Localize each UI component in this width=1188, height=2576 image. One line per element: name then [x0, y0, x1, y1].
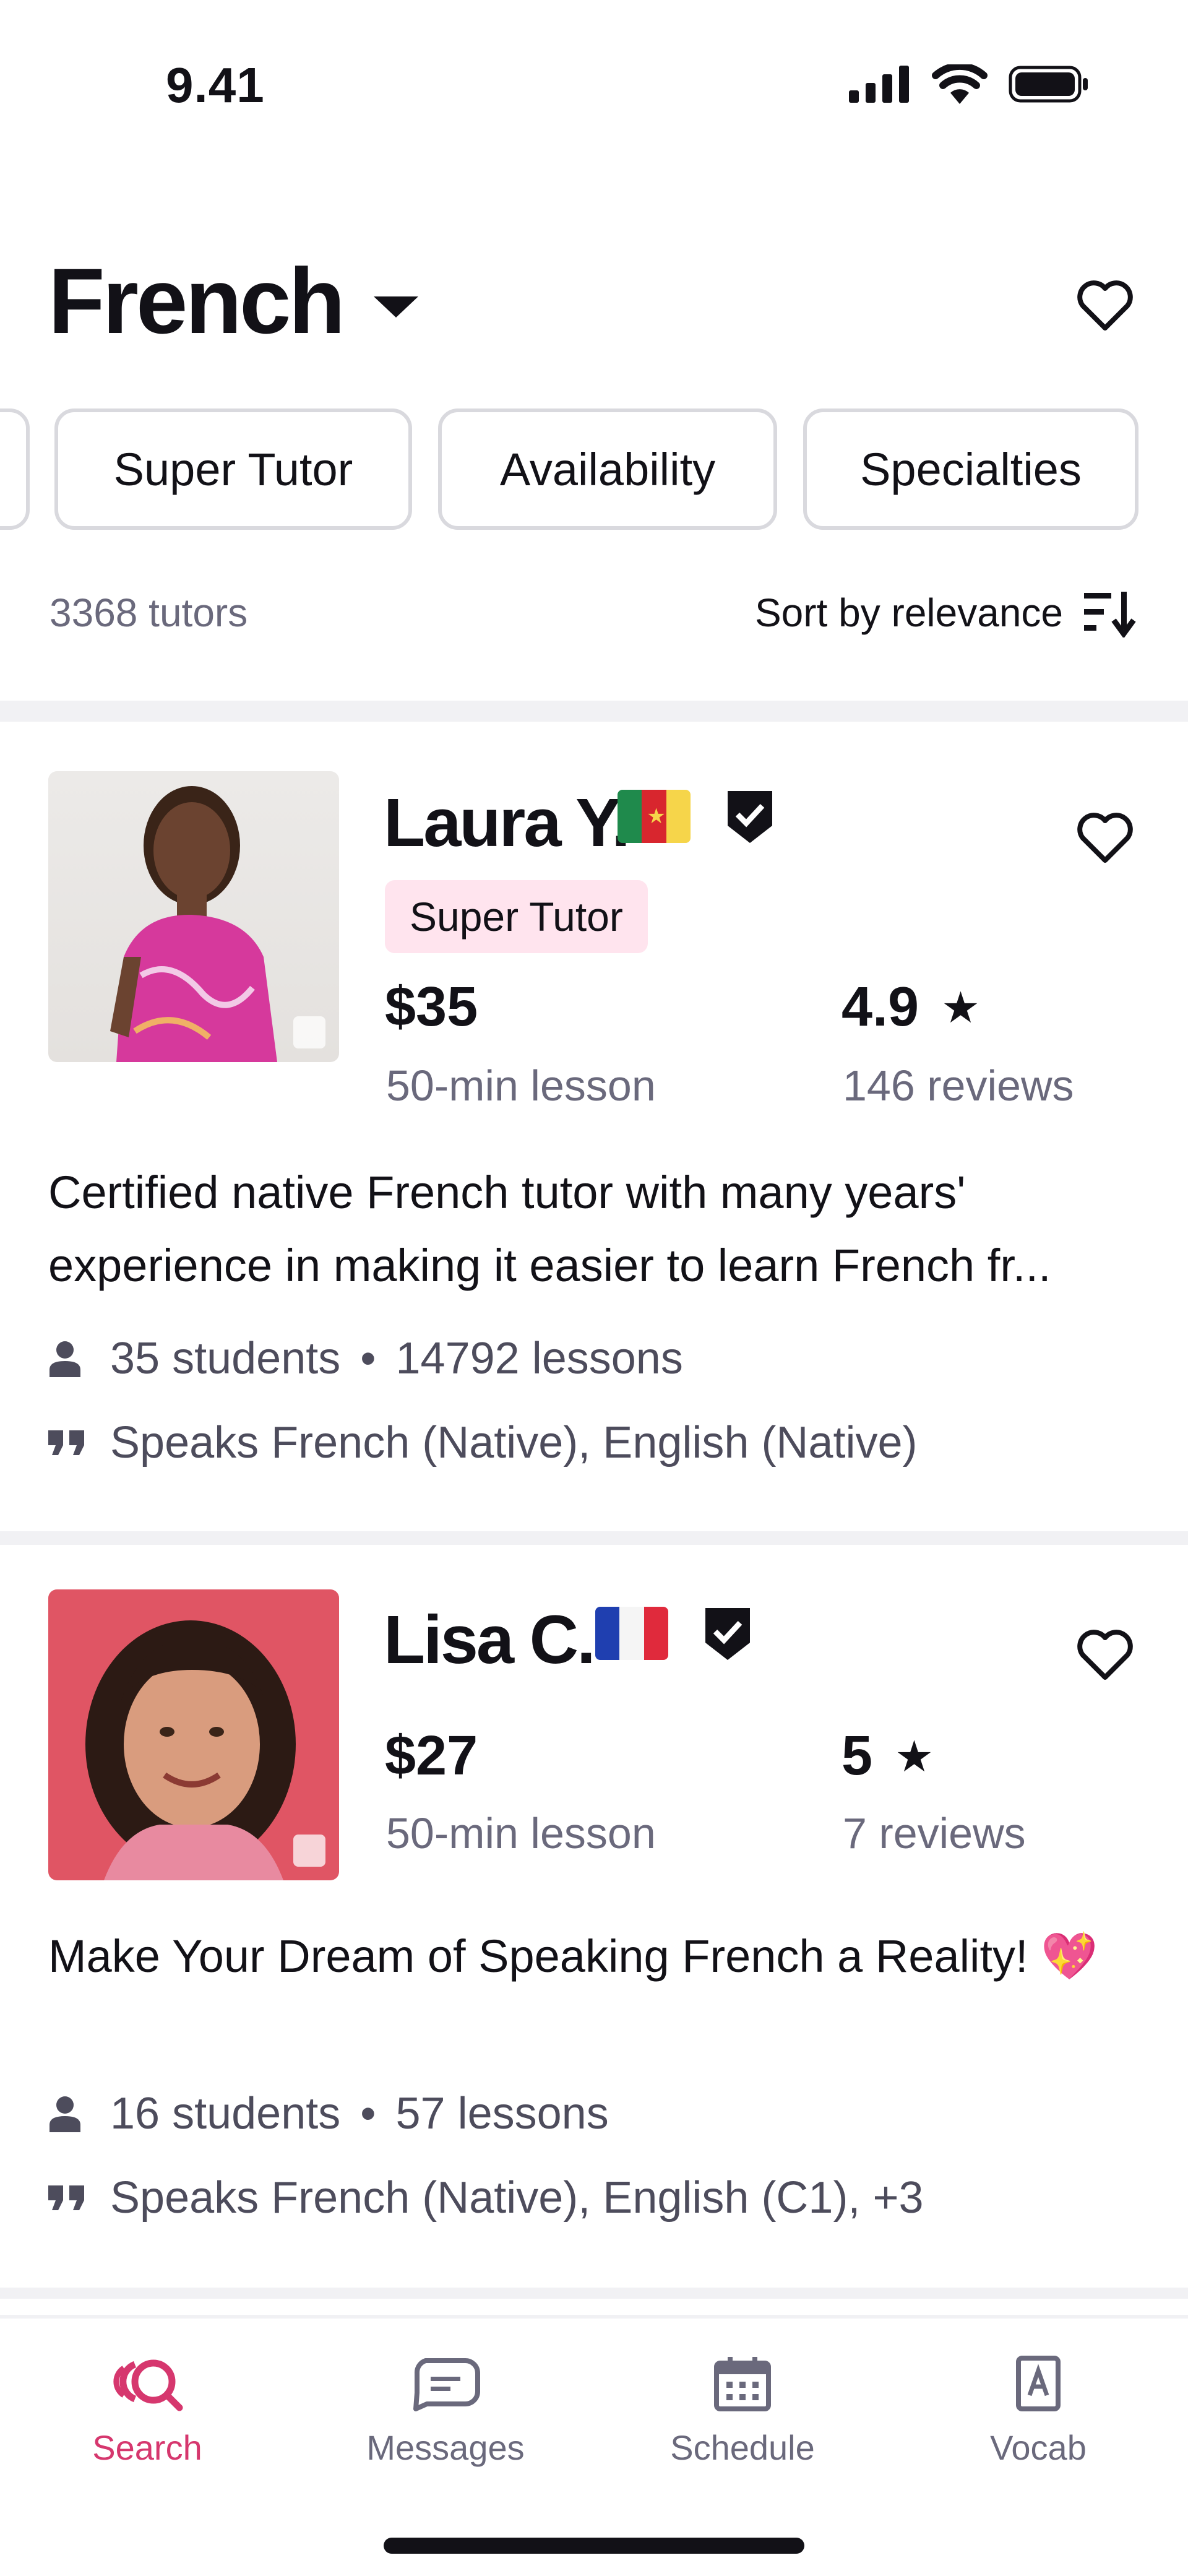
- filter-chip-super-tutor[interactable]: Super Tutor: [54, 408, 412, 530]
- filter-chip-specialties[interactable]: Specialties: [803, 408, 1138, 530]
- person-icon: [50, 2096, 80, 2132]
- messages-icon: [413, 2358, 480, 2411]
- nav-label: Schedule: [670, 2428, 815, 2467]
- tutor-photo: [48, 771, 339, 1062]
- separator-dot: •: [360, 1334, 376, 1383]
- sort-button[interactable]: Sort by relevance: [755, 588, 1138, 638]
- lesson-duration: 50-min lesson: [386, 1809, 656, 1857]
- speaks-languages: Speaks French (Native), English (Native): [110, 1418, 918, 1467]
- language-selector[interactable]: French: [48, 248, 419, 355]
- nav-search[interactable]: Search: [54, 2356, 240, 2468]
- section-divider: [0, 1531, 1188, 1545]
- verified-badge-icon: [728, 791, 772, 843]
- tutor-rating: 4.9 ★: [842, 975, 980, 1039]
- favorites-heart-icon[interactable]: [1074, 275, 1136, 337]
- tutor-card[interactable]: Lisa C. $27 50-min lesson 5 ★ 7 reviews …: [0, 1545, 1188, 2288]
- star-icon: ★: [941, 983, 980, 1032]
- nav-messages[interactable]: Messages: [353, 2356, 538, 2468]
- signal-icon: [849, 66, 909, 103]
- separator-dot: •: [360, 2089, 376, 2138]
- star-icon: ★: [895, 1732, 934, 1781]
- review-count: 146 reviews: [843, 1061, 1074, 1110]
- rating-value: 4.9: [842, 976, 919, 1038]
- tutor-name[interactable]: Lisa C.: [384, 1601, 596, 1679]
- filter-chip-availability[interactable]: Availability: [438, 408, 777, 530]
- nav-schedule[interactable]: Schedule: [650, 2356, 835, 2468]
- tutor-description: Certified native French tutor with many …: [48, 1167, 1051, 1291]
- wifi-icon: [932, 64, 988, 104]
- quote-icon: [48, 2185, 84, 2210]
- cameroon-flag-icon: ★: [618, 790, 691, 843]
- tutor-photo: [48, 1589, 339, 1880]
- person-icon: [50, 1341, 80, 1377]
- nav-label: Messages: [366, 2428, 525, 2467]
- status-icons: [849, 64, 1089, 104]
- lesson-duration: 50-min lesson: [386, 1061, 656, 1110]
- rating-value: 5: [842, 1725, 873, 1787]
- status-time: 9.41: [166, 58, 265, 113]
- tutor-stats: 35 students • 14792 lessons: [48, 1333, 683, 1384]
- section-divider: [0, 701, 1188, 722]
- quote-icon: [48, 1430, 84, 1455]
- calendar-icon: [714, 2357, 771, 2411]
- super-tutor-badge: Super Tutor: [385, 880, 648, 953]
- section-divider: [0, 2288, 1188, 2299]
- speaks-languages: Speaks French (Native), English (C1), +3: [110, 2173, 924, 2223]
- tutor-card[interactable]: Laura Y. ★ Super Tutor $35 50-min lesson…: [0, 722, 1188, 1532]
- sort-label: Sort by relevance: [754, 590, 1063, 635]
- favorite-heart-icon[interactable]: [1074, 1624, 1136, 1686]
- nav-label: Search: [92, 2428, 202, 2467]
- students-count: 16 students: [110, 2089, 341, 2138]
- verified-badge-icon: [705, 1608, 750, 1660]
- review-count: 7 reviews: [843, 1809, 1026, 1857]
- lessons-count: 57 lessons: [395, 2089, 609, 2138]
- nav-label: Vocab: [990, 2428, 1087, 2467]
- battery-icon: [1009, 66, 1088, 103]
- sort-icon: [1084, 592, 1136, 638]
- favorite-heart-icon[interactable]: [1074, 807, 1136, 869]
- results-meta: 3368 tutors Sort by relevance: [50, 588, 1138, 638]
- tutor-stats: 16 students • 57 lessons: [48, 2088, 609, 2139]
- lessons-count: 14792 lessons: [395, 1334, 683, 1383]
- page-title: French: [48, 249, 345, 353]
- tutor-name[interactable]: Laura Y.: [384, 784, 631, 862]
- nav-vocab[interactable]: Vocab: [945, 2356, 1131, 2468]
- france-flag-icon: [595, 1607, 668, 1660]
- filter-chips: Super Tutor Availability Specialties: [0, 408, 1188, 532]
- filter-chip-partial[interactable]: [0, 408, 30, 530]
- tutor-price: $27: [385, 1725, 478, 1787]
- search-icon: [113, 2359, 183, 2411]
- tutor-rating: 5 ★: [842, 1724, 934, 1788]
- tutor-price: $35: [385, 976, 478, 1038]
- caret-down-icon: [374, 296, 419, 318]
- tutor-count: 3368 tutors: [50, 590, 248, 635]
- bottom-navigation: Search Messages Schedule Vocab: [0, 2315, 1188, 2576]
- tutor-description: Make Your Dream of Speaking French a Rea…: [48, 1930, 1098, 1982]
- students-count: 35 students: [110, 1334, 341, 1383]
- vocab-icon: [1016, 2356, 1061, 2411]
- tutor-languages: Speaks French (Native), English (Native): [48, 1417, 917, 1468]
- tutor-languages: Speaks French (Native), English (C1), +3: [48, 2172, 924, 2223]
- home-indicator: [384, 2538, 804, 2554]
